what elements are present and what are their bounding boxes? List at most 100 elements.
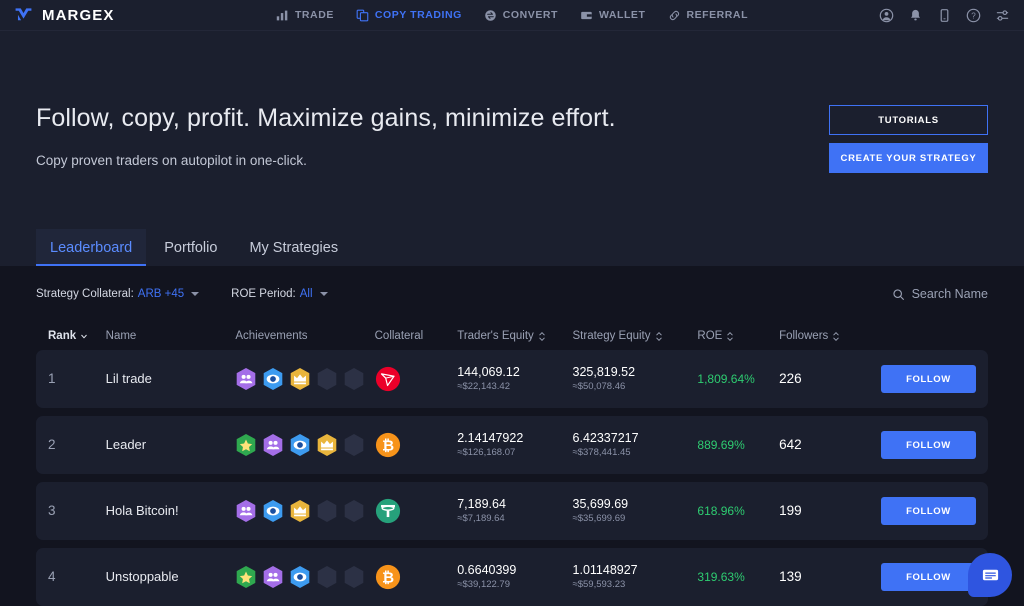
tab-portfolio[interactable]: Portfolio bbox=[150, 229, 231, 266]
traders-equity-value: 2.14147922 bbox=[457, 430, 524, 445]
chevron-down-icon bbox=[319, 292, 328, 296]
table-row[interactable]: 2 Leader ₿ 2.14147922 ≈$126,168.07 6.423… bbox=[36, 416, 988, 474]
rank-value: 1 bbox=[48, 371, 56, 386]
filter-strategy-collateral[interactable]: Strategy Collateral: ARB +45 bbox=[36, 288, 200, 300]
leaderboard-section: Strategy Collateral: ARB +45 ROE Period:… bbox=[0, 266, 1024, 606]
page-title: Follow, copy, profit. Maximize gains, mi… bbox=[36, 104, 616, 132]
column-label-followers: Followers bbox=[779, 330, 829, 342]
main-nav-links: TRADE COPY TRADING CONVERT WALLET REFERR… bbox=[276, 9, 748, 22]
achievement-badges bbox=[235, 367, 374, 391]
column-header-rank[interactable]: Rank bbox=[48, 330, 106, 342]
wallet-icon bbox=[581, 11, 592, 19]
rank-value: 2 bbox=[48, 437, 56, 452]
follow-button[interactable]: FOLLOW bbox=[881, 563, 976, 591]
hero-actions: TUTORIALS CREATE YOUR STRATEGY bbox=[829, 105, 988, 173]
column-header-followers[interactable]: Followers bbox=[779, 330, 870, 342]
nav-item-copy-trading[interactable]: COPY TRADING bbox=[356, 9, 462, 22]
table-header-row: Rank Name Achievements Collateral Trader… bbox=[36, 322, 988, 350]
help-icon[interactable]: ? bbox=[966, 8, 981, 23]
chat-bubble-icon bbox=[982, 569, 998, 580]
followers-value: 642 bbox=[779, 437, 802, 452]
column-header-traders-equity[interactable]: Trader's Equity bbox=[457, 330, 572, 342]
tab-label-leaderboard: Leaderboard bbox=[50, 239, 133, 256]
bitcoin-coin-icon: ₿ bbox=[375, 432, 400, 458]
tab-label-my-strategies: My Strategies bbox=[249, 239, 339, 256]
traders-equity-usd: ≈$126,168.07 bbox=[457, 446, 516, 458]
account-icon[interactable] bbox=[879, 8, 894, 23]
tab-leaderboard[interactable]: Leaderboard bbox=[36, 229, 147, 266]
copy-icon bbox=[356, 9, 369, 21]
search-icon bbox=[892, 288, 904, 300]
brand-logo-area[interactable]: MARGEX bbox=[14, 6, 114, 25]
column-header-strategy-equity[interactable]: Strategy Equity bbox=[573, 330, 698, 342]
brand-name: MARGEX bbox=[42, 6, 115, 24]
strategy-equity-value: 35,699.69 bbox=[572, 496, 629, 511]
tab-my-strategies[interactable]: My Strategies bbox=[235, 229, 352, 266]
achievement-badge-crown bbox=[291, 368, 310, 390]
nav-label-copy-trading: COPY TRADING bbox=[374, 9, 462, 21]
achievement-badge-empty bbox=[318, 500, 337, 522]
table-row[interactable]: 4 Unstoppable ₿ 0.6640399 ≈$39,122.79 1.… bbox=[36, 548, 988, 606]
bell-icon[interactable] bbox=[908, 8, 923, 23]
tutorials-button[interactable]: TUTORIALS bbox=[829, 105, 988, 135]
achievement-badge-empty bbox=[345, 500, 364, 522]
bitcoin-coin-icon: ₿ bbox=[375, 564, 400, 590]
margex-logo-icon bbox=[15, 7, 32, 20]
followers-value: 226 bbox=[779, 371, 802, 386]
search-input[interactable]: Search Name bbox=[892, 287, 988, 301]
filter-bar: Strategy Collateral: ARB +45 ROE Period:… bbox=[36, 266, 988, 322]
followers-value: 139 bbox=[779, 569, 802, 584]
traders-equity-value: 144,069.12 bbox=[457, 364, 520, 379]
achievement-badge-people bbox=[237, 500, 256, 522]
follow-button[interactable]: FOLLOW bbox=[881, 497, 976, 525]
sort-updown-icon bbox=[538, 331, 545, 341]
traders-equity-usd: ≈$22,143.42 bbox=[457, 380, 510, 392]
settings-sliders-icon[interactable] bbox=[995, 8, 1010, 23]
achievement-badge-empty bbox=[345, 566, 364, 588]
filter-label-roe-period: ROE Period: bbox=[231, 288, 296, 300]
strategy-equity-value: 6.42337217 bbox=[572, 430, 639, 445]
traders-equity-usd: ≈$7,189.64 bbox=[457, 512, 505, 524]
convert-circle-icon bbox=[485, 9, 496, 21]
top-navigation-bar: MARGEX TRADE COPY TRADING CONVERT WALLET… bbox=[0, 0, 1024, 31]
traders-equity-value: 7,189.64 bbox=[457, 496, 506, 511]
column-label-rank: Rank bbox=[48, 330, 77, 342]
column-header-roe[interactable]: ROE bbox=[697, 330, 779, 342]
nav-item-wallet[interactable]: WALLET bbox=[580, 9, 645, 22]
achievement-badge-empty bbox=[318, 566, 337, 588]
filter-roe-period[interactable]: ROE Period: All bbox=[231, 288, 328, 300]
achievement-badges bbox=[235, 433, 374, 457]
table-row[interactable]: 1 Lil trade 144,069.12 ≈$22,143.42 325,8… bbox=[36, 350, 988, 408]
roe-value: 1,809.64% bbox=[697, 372, 755, 386]
column-label-achievements: Achievements bbox=[235, 330, 308, 342]
nav-item-convert[interactable]: CONVERT bbox=[484, 9, 558, 22]
achievement-badge-crown bbox=[291, 500, 310, 522]
trader-name: Unstoppable bbox=[105, 569, 179, 584]
achievement-badge-people bbox=[237, 368, 256, 390]
chat-support-button[interactable] bbox=[968, 553, 1012, 597]
nav-label-convert: CONVERT bbox=[502, 9, 558, 21]
create-strategy-button[interactable]: CREATE YOUR STRATEGY bbox=[829, 143, 988, 173]
followers-value: 199 bbox=[779, 503, 802, 518]
trader-name: Lil trade bbox=[105, 371, 152, 386]
rank-value: 3 bbox=[48, 503, 56, 518]
table-row[interactable]: 3 Hola Bitcoin! 7,189.64 ≈$7,189.64 35,6… bbox=[36, 482, 988, 540]
strategy-equity-usd: ≈$50,078.46 bbox=[572, 380, 626, 392]
achievement-badges bbox=[235, 565, 374, 589]
nav-item-trade[interactable]: TRADE bbox=[276, 9, 334, 22]
mobile-app-icon[interactable] bbox=[937, 8, 952, 23]
traders-equity-value: 0.6640399 bbox=[457, 562, 517, 577]
nav-label-trade: TRADE bbox=[294, 9, 334, 21]
follow-button[interactable]: FOLLOW bbox=[881, 365, 976, 393]
column-label-roe: ROE bbox=[697, 330, 723, 342]
achievement-badge-star bbox=[237, 566, 256, 588]
tron-coin-icon bbox=[375, 366, 400, 392]
follow-button[interactable]: FOLLOW bbox=[881, 431, 976, 459]
nav-item-referral[interactable]: REFERRAL bbox=[667, 9, 748, 22]
achievement-badge-eye bbox=[264, 368, 283, 390]
link-icon bbox=[669, 10, 679, 20]
achievement-badge-star bbox=[237, 434, 256, 456]
tab-label-portfolio: Portfolio bbox=[164, 239, 218, 256]
trader-name: Hola Bitcoin! bbox=[105, 503, 179, 518]
filter-value-collateral: ARB +45 bbox=[137, 288, 185, 300]
